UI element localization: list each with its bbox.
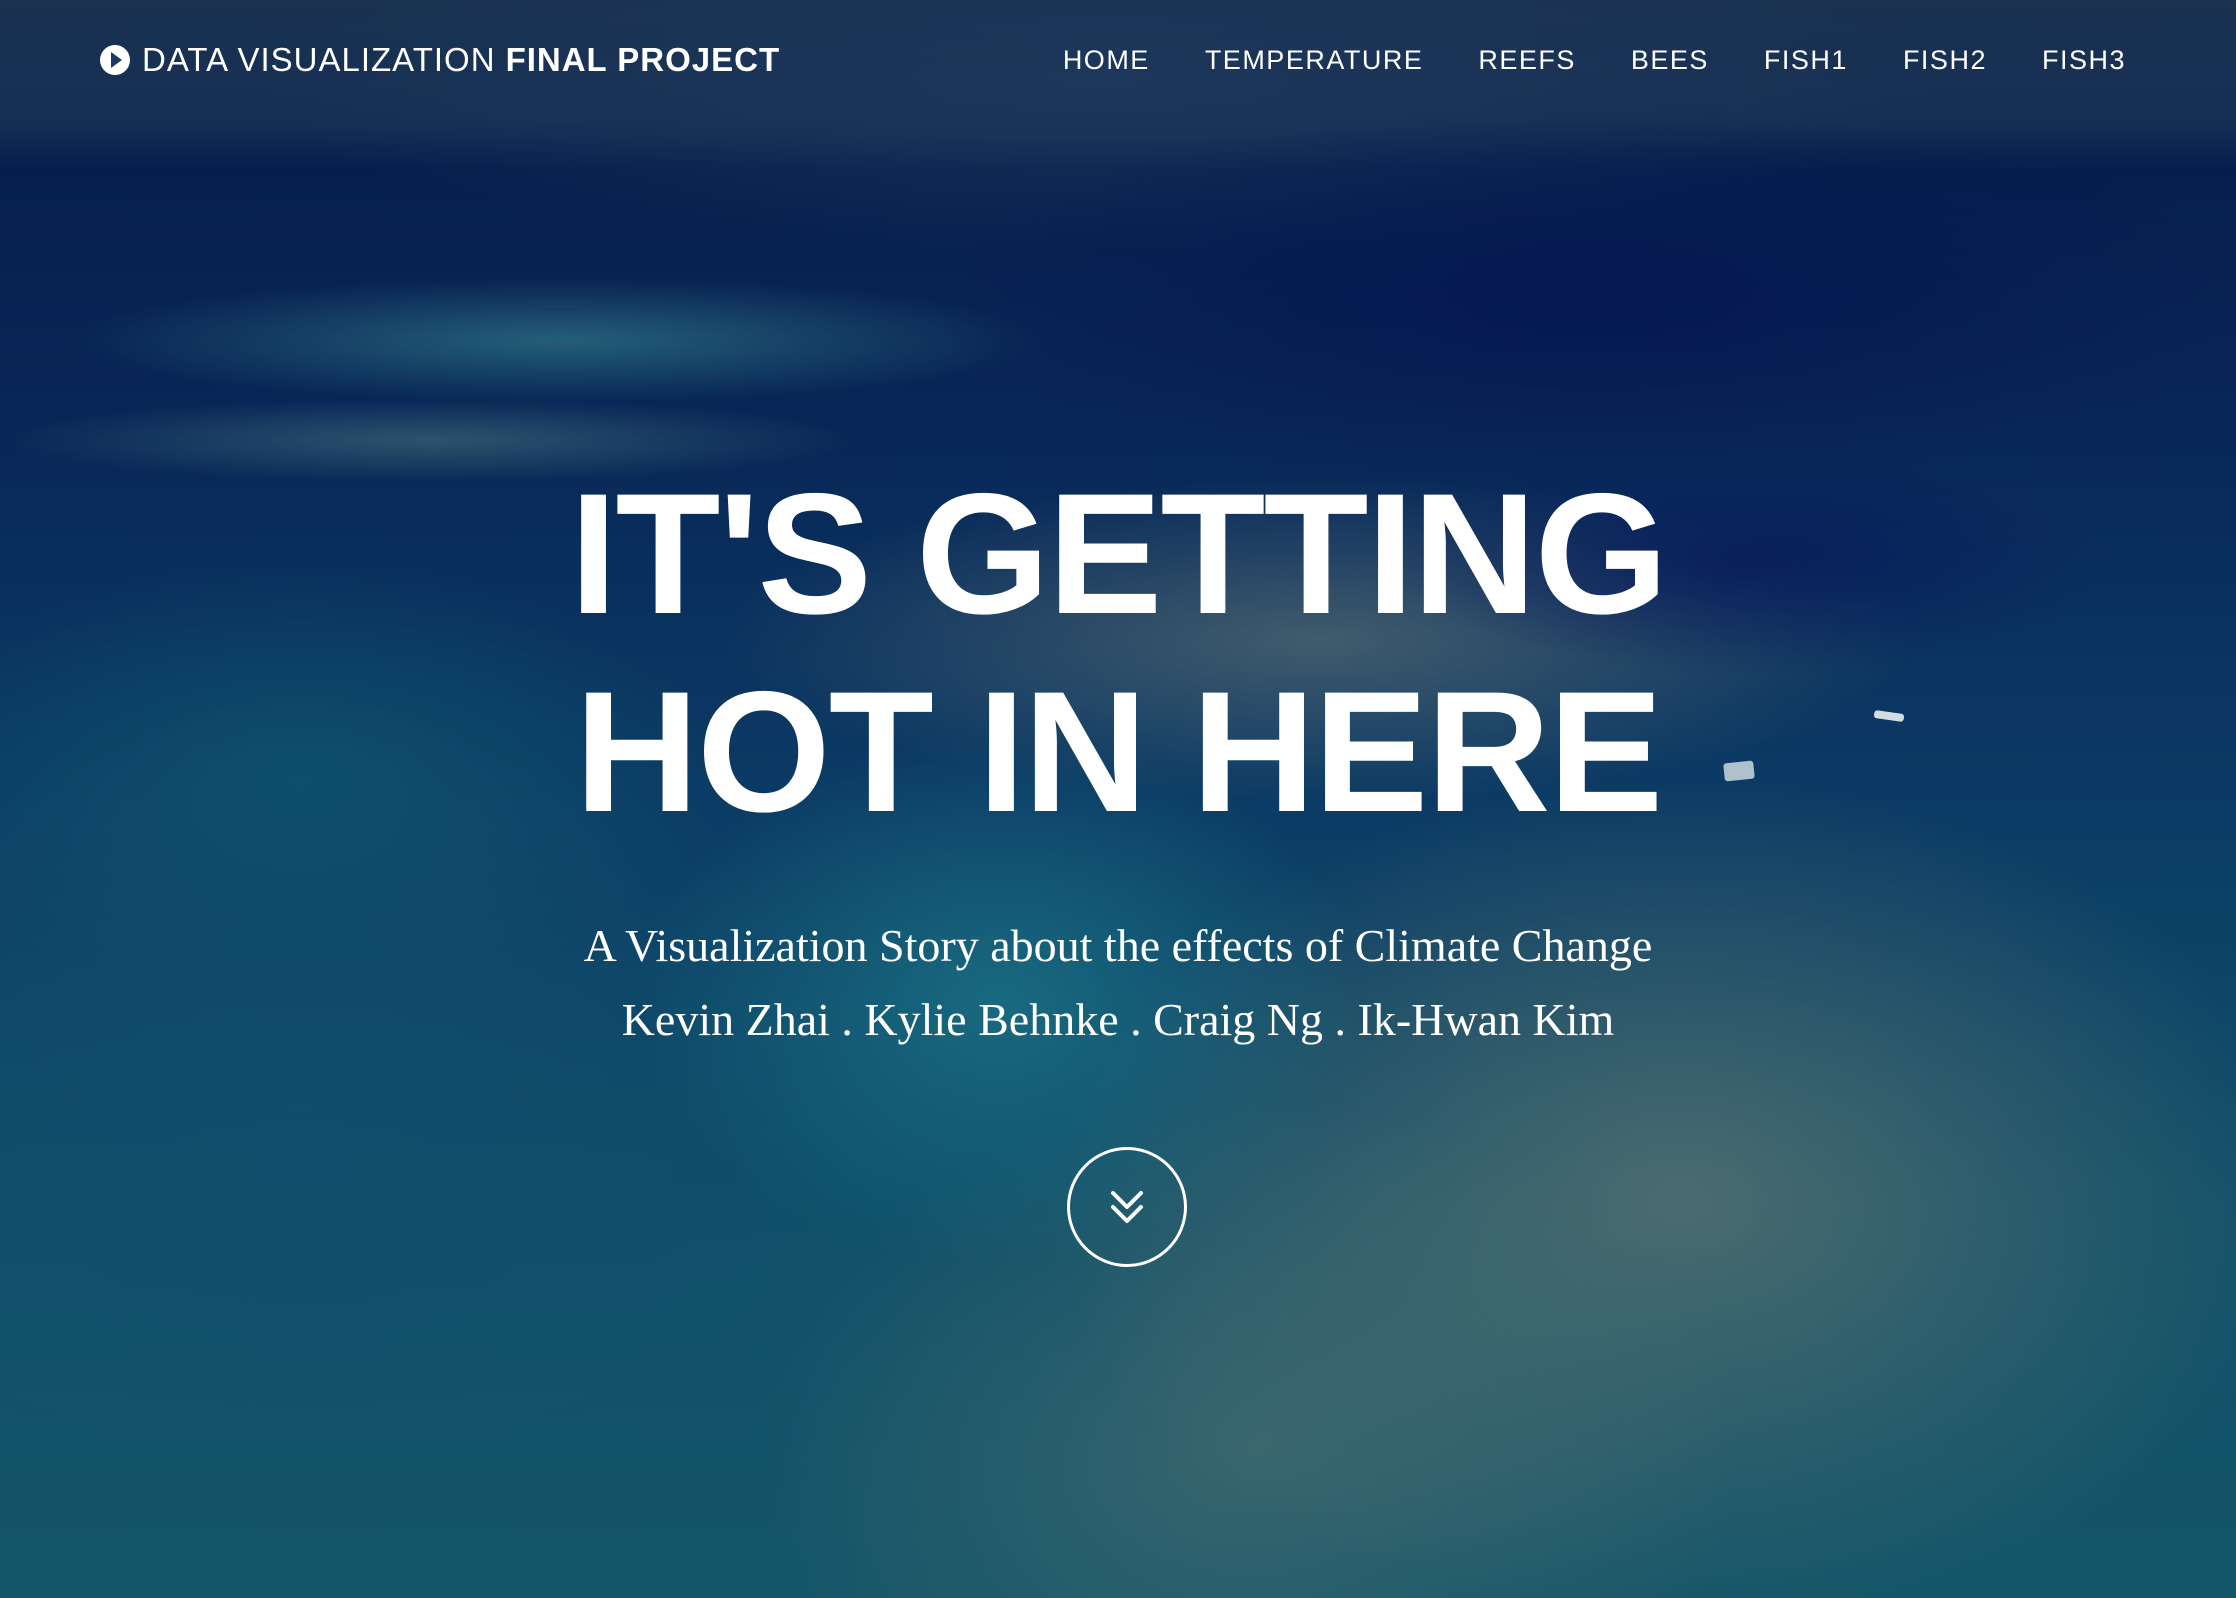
scroll-down-button[interactable] — [1067, 1147, 1187, 1267]
brand-light-text: DATA VISUALIZATION — [142, 41, 496, 78]
hero-title-line-1: IT'S GETTING — [569, 458, 1669, 650]
hero-title-line-2: HOT IN HERE — [574, 656, 1664, 848]
nav-link-temperature[interactable]: TEMPERATURE — [1205, 45, 1424, 75]
play-circle-icon — [100, 45, 130, 75]
nav-link-home[interactable]: HOME — [1063, 45, 1150, 75]
brand-link[interactable]: DATA VISUALIZATION FINAL PROJECT — [100, 40, 780, 80]
hero-title: IT'S GETTING HOT IN HERE — [0, 455, 2236, 851]
nav-link-fish3[interactable]: FISH3 — [2042, 45, 2126, 75]
hero-content: IT'S GETTING HOT IN HERE A Visualization… — [0, 455, 2236, 1057]
nav-link-fish2[interactable]: FISH2 — [1903, 45, 1987, 75]
nav-links: HOME TEMPERATURE REEFS BEES FISH1 FISH2 … — [1063, 40, 2126, 80]
nav-link-fish1[interactable]: FISH1 — [1764, 45, 1848, 75]
hero-authors: Kevin Zhai . Kylie Behnke . Craig Ng . I… — [621, 994, 1615, 1045]
navbar: DATA VISUALIZATION FINAL PROJECT HOME TE… — [0, 0, 2236, 118]
double-chevron-down-icon — [1111, 1191, 1143, 1223]
hero-subtitle: A Visualization Story about the effects … — [583, 920, 1653, 971]
brand-bold-text: FINAL PROJECT — [505, 41, 781, 78]
nav-link-bees[interactable]: BEES — [1631, 45, 1709, 75]
nav-link-reefs[interactable]: REEFS — [1478, 45, 1576, 75]
hero-section: DATA VISUALIZATION FINAL PROJECT HOME TE… — [0, 0, 2236, 1598]
